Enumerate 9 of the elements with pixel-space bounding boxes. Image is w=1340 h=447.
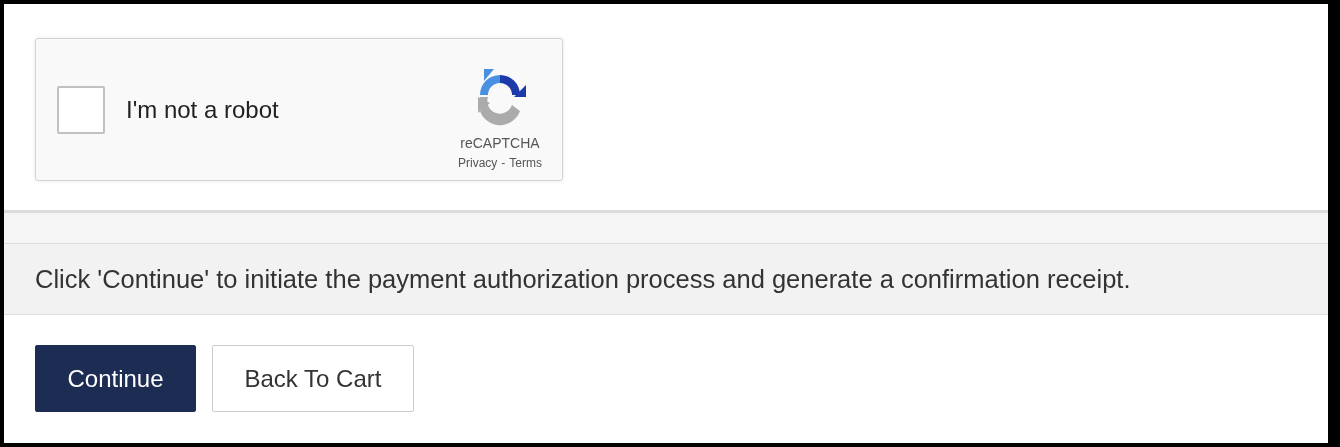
separator: - [501,156,506,170]
privacy-link[interactable]: Privacy [458,156,498,170]
terms-link[interactable]: Terms [509,156,542,170]
notice-text: Click 'Continue' to initiate the payment authorization process and generate a confirmation receipt. [35,264,1131,294]
back-button[interactable]: Back To Cart [212,345,414,412]
checkbox[interactable] [57,85,105,134]
brand-name: reCAPTCHA [460,135,540,151]
checkbox-label: I'm not a robot [126,95,280,124]
continue-button[interactable]: Continue [35,345,196,412]
